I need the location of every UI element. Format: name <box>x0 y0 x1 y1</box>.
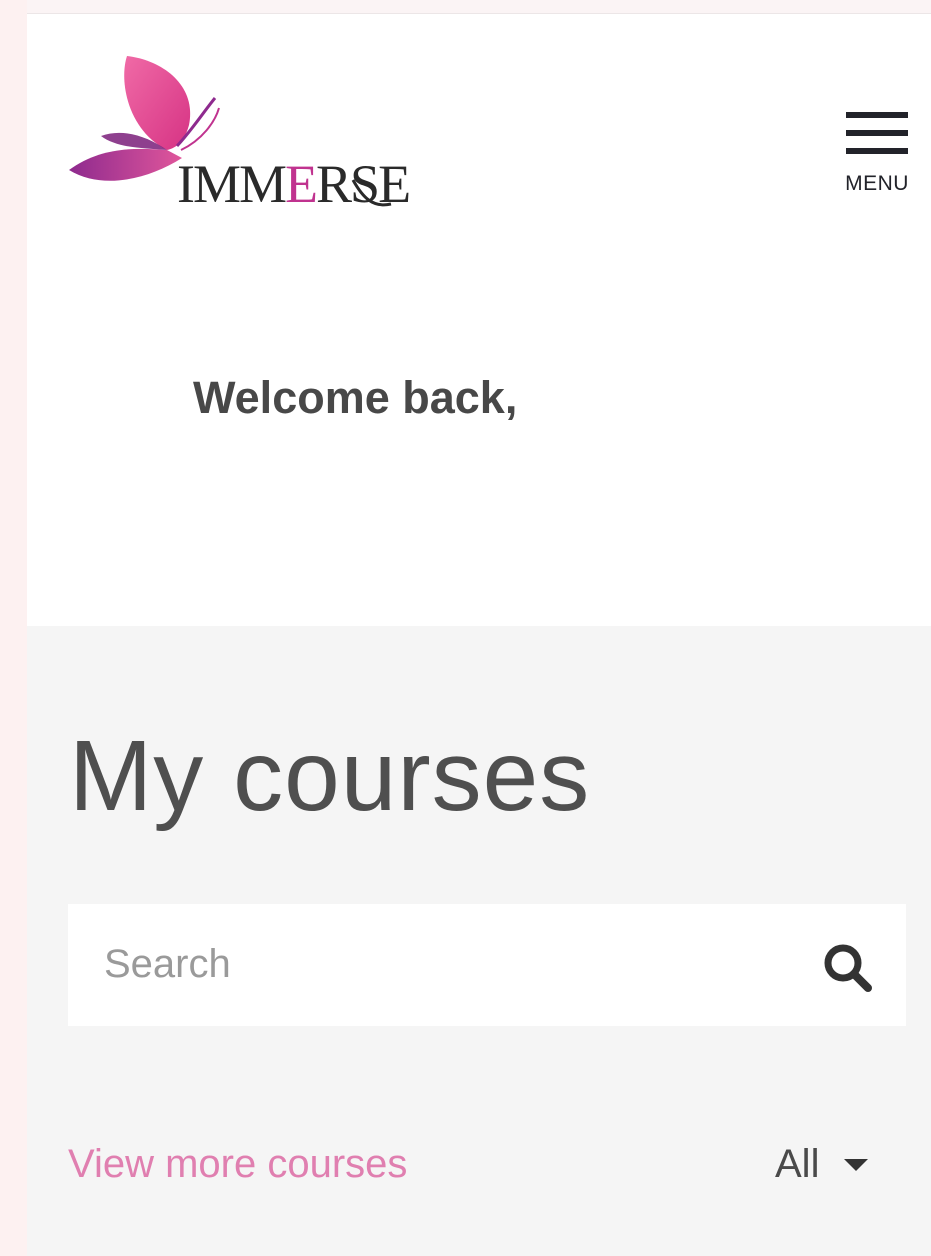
my-courses-section: My courses View more courses All <box>27 626 931 1256</box>
menu-label: MENU <box>845 172 909 195</box>
search-icon[interactable] <box>822 942 874 994</box>
hamburger-icon <box>846 112 908 118</box>
immerse-logo[interactable]: IMMERSE <box>67 50 447 214</box>
butterfly-logo-icon: IMMERSE <box>69 56 411 214</box>
redacted-user-name <box>530 381 740 421</box>
page-title: My courses <box>69 720 591 832</box>
menu-button[interactable]: MENU <box>837 108 917 200</box>
hamburger-icon-bar <box>846 130 908 136</box>
search-input[interactable] <box>104 932 784 996</box>
left-edge-strip <box>0 0 27 1256</box>
site-header: IMMERSE MENU Welcome back, <box>27 14 931 626</box>
view-more-courses-link[interactable]: View more courses <box>68 1142 407 1187</box>
top-edge-strip <box>27 0 931 14</box>
hamburger-icon-bar <box>846 148 908 154</box>
welcome-message: Welcome back, <box>193 372 740 424</box>
filter-selected-value: All <box>775 1142 820 1186</box>
course-search-box <box>68 904 906 1026</box>
caret-down-icon <box>843 1158 868 1171</box>
course-filter-dropdown[interactable]: All <box>775 1142 868 1190</box>
welcome-greeting: Welcome back, <box>193 372 518 423</box>
